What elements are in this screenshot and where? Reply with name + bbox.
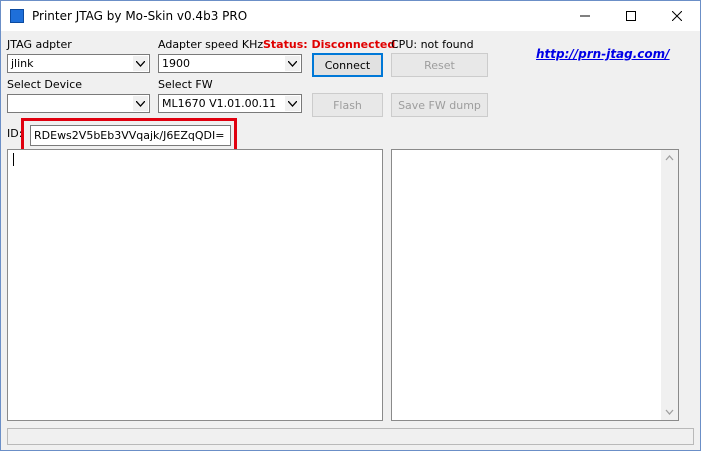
fw-select[interactable]: ML1670 V1.01.00.11 (158, 94, 302, 113)
id-highlight-box (21, 118, 237, 153)
connect-button[interactable]: Connect (312, 53, 383, 77)
maximize-icon (626, 11, 636, 21)
output-textarea[interactable] (391, 149, 679, 421)
adapter-speed-label: Adapter speed KHz (158, 38, 264, 51)
select-fw-label: Select FW (158, 78, 213, 91)
chevron-down-icon (285, 96, 300, 111)
title-bar: Printer JTAG by Mo-Skin v0.4b3 PRO (1, 1, 700, 31)
log-textarea[interactable] (7, 149, 383, 421)
jtag-adapter-label: JTAG adpter (7, 38, 72, 51)
scroll-up-icon (665, 155, 674, 161)
scroll-down-icon (665, 409, 674, 415)
chevron-down-icon (285, 56, 300, 71)
reset-button[interactable]: Reset (391, 53, 488, 77)
app-icon (10, 9, 24, 23)
chevron-down-icon (133, 96, 148, 111)
adapter-speed-select[interactable]: 1900 (158, 54, 302, 73)
flash-button[interactable]: Flash (312, 93, 383, 117)
jtag-adapter-select[interactable]: jlink (7, 54, 150, 73)
fw-value: ML1670 V1.01.00.11 (162, 97, 277, 110)
jtag-adapter-value: jlink (11, 57, 34, 70)
cpu-label: CPU: not found (391, 38, 474, 51)
status-label: Status: Disconnected (263, 38, 396, 51)
minimize-icon (580, 15, 590, 17)
device-select[interactable] (7, 94, 150, 113)
window-title: Printer JTAG by Mo-Skin v0.4b3 PRO (32, 9, 248, 23)
maximize-button[interactable] (608, 1, 654, 31)
close-icon (672, 11, 682, 21)
close-button[interactable] (654, 1, 700, 31)
adapter-speed-value: 1900 (162, 57, 190, 70)
vertical-scrollbar[interactable] (661, 150, 678, 420)
chevron-down-icon (133, 56, 148, 71)
text-cursor (13, 153, 14, 166)
status-bar (7, 428, 694, 445)
app-window: Printer JTAG by Mo-Skin v0.4b3 PRO JTAG … (0, 0, 701, 451)
website-link[interactable]: http://prn-jtag.com/ (536, 47, 670, 61)
select-device-label: Select Device (7, 78, 83, 91)
minimize-button[interactable] (562, 1, 608, 31)
save-fw-dump-button[interactable]: Save FW dump (391, 93, 488, 117)
